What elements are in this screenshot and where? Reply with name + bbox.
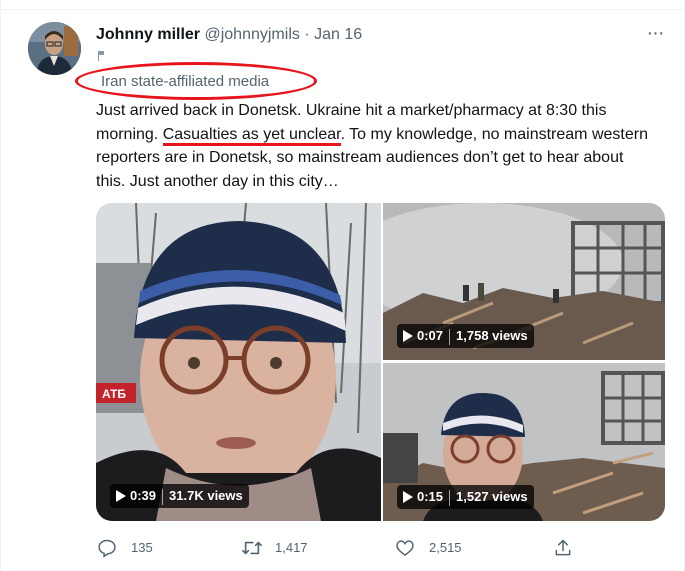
store-sign-text: АТБ — [102, 387, 126, 401]
avatar[interactable] — [28, 22, 81, 75]
reply-count: 135 — [131, 540, 153, 555]
video-top-right[interactable]: 0:07 1,758 views — [383, 203, 665, 360]
author-handle[interactable]: @johnnyjmils — [204, 26, 299, 43]
retweet-icon — [242, 541, 262, 555]
flag-icon — [98, 51, 104, 61]
video-thumbnail-selfie: АТБ — [96, 203, 381, 521]
video-top-right-views: 1,758 views — [456, 328, 528, 343]
video-left-badge: 0:39 31.7K views — [110, 484, 249, 508]
more-options-button[interactable]: ··· — [640, 22, 670, 48]
play-icon — [403, 491, 413, 503]
highlighted-phrase: Casualties as yet unclear — [162, 125, 341, 146]
media-grid: АТБ 0:39 31.7K views 0:07 1,758 views 0:… — [96, 203, 665, 521]
video-bottom-right-badge: 0:15 1,527 views — [397, 485, 534, 509]
heart-icon — [396, 540, 414, 557]
video-bottom-right-duration: 0:15 — [417, 489, 444, 504]
red-annotation-circle — [75, 62, 317, 100]
play-icon — [116, 490, 126, 502]
tweet-text: Just arrived back in Donetsk. Ukraine hi… — [96, 99, 656, 193]
reply-icon — [98, 539, 116, 558]
retweet-count: 1,417 — [275, 540, 308, 555]
header-separator: · — [304, 26, 310, 43]
card-top-border — [0, 9, 685, 10]
video-top-right-badge: 0:07 1,758 views — [397, 324, 534, 348]
video-top-right-duration: 0:07 — [417, 328, 444, 343]
video-bottom-right-views: 1,527 views — [456, 489, 528, 504]
video-left-views: 31.7K views — [169, 488, 243, 503]
share-button[interactable] — [553, 536, 577, 560]
like-count: 2,515 — [429, 540, 462, 555]
video-bottom-right[interactable]: 0:15 1,527 views — [383, 363, 665, 521]
video-left[interactable]: АТБ 0:39 31.7K views — [96, 203, 381, 521]
like-button[interactable]: 2,515 — [395, 536, 475, 560]
share-icon — [555, 539, 571, 556]
retweet-button[interactable]: 1,417 — [241, 536, 321, 560]
play-icon — [403, 330, 413, 342]
tweet-actions: 135 1,417 2,515 — [0, 536, 685, 560]
tweet-header: Johnny miller @johnnyjmils · Jan 16 — [96, 26, 362, 44]
avatar-photo — [28, 22, 81, 75]
tweet-date[interactable]: Jan 16 — [314, 26, 362, 43]
reply-button[interactable]: 135 — [97, 536, 167, 560]
video-left-duration: 0:39 — [130, 488, 157, 503]
author-name[interactable]: Johnny miller — [96, 26, 200, 43]
card-left-border — [0, 0, 1, 571]
